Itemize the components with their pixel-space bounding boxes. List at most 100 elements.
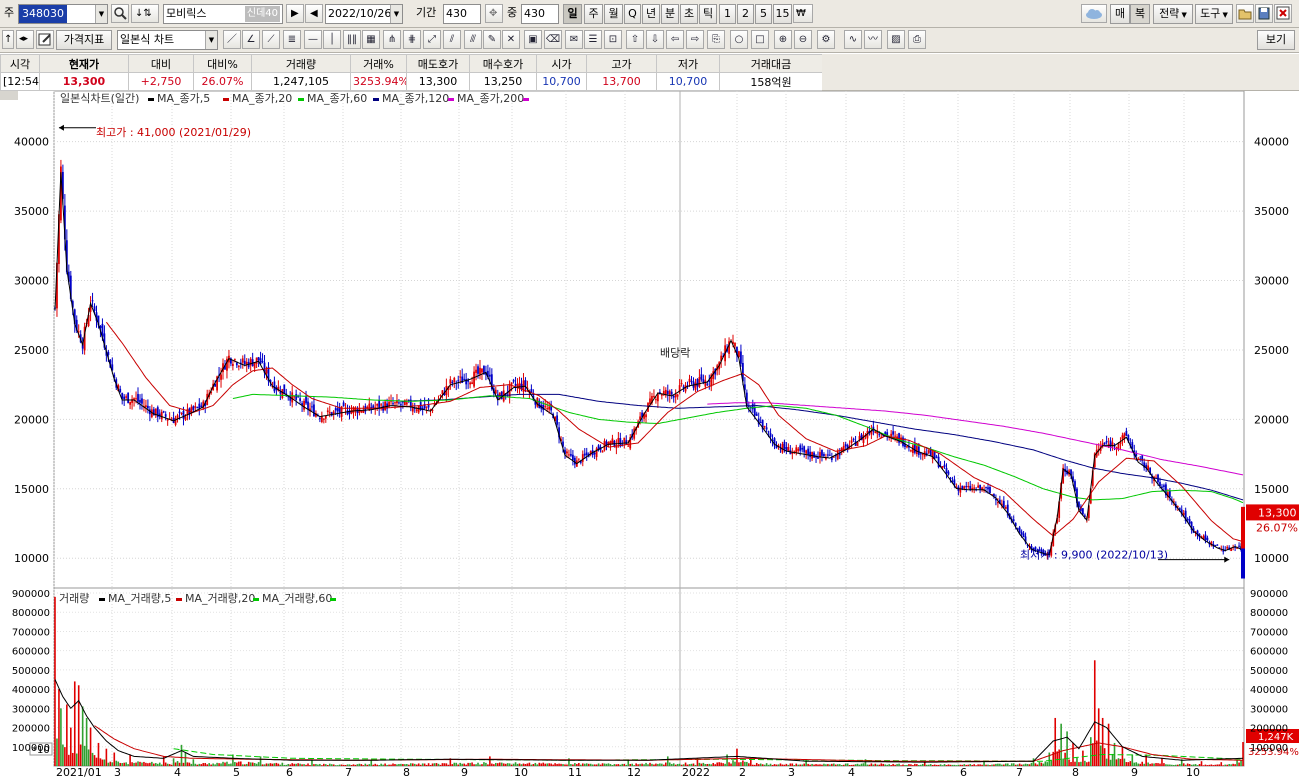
swap-arrows-icon[interactable]: ◂▸ xyxy=(16,30,34,49)
folder-open-icon[interactable] xyxy=(1236,4,1254,23)
pencil-icon[interactable]: ✎ xyxy=(483,30,501,49)
volume-bar xyxy=(746,761,748,766)
timeframe-button[interactable]: 5 xyxy=(755,4,772,24)
candle-body xyxy=(439,394,442,396)
volume-bar xyxy=(419,764,422,766)
wave-alt-icon[interactable]: 〰 xyxy=(864,30,882,49)
edit-icon[interactable] xyxy=(36,30,54,49)
zoom-in-icon[interactable]: ⊕ xyxy=(774,30,792,49)
search-icon[interactable] xyxy=(111,4,129,23)
candle-body xyxy=(257,357,260,361)
note-icon[interactable]: ✉ xyxy=(565,30,583,49)
line-tool-icon[interactable]: ／ xyxy=(223,30,241,49)
circle-tool-icon[interactable]: ○ xyxy=(730,30,748,49)
fibonacci-tool-icon[interactable]: ≣ xyxy=(283,30,301,49)
settings-icon[interactable]: ⚙ xyxy=(817,30,835,49)
timeframe-button[interactable]: 년 xyxy=(642,4,660,24)
tools-button[interactable]: 도구 ▼ xyxy=(1195,4,1233,24)
arrow-up-icon[interactable]: ⇧ xyxy=(626,30,644,49)
zoom-out-icon[interactable]: ⊖ xyxy=(794,30,812,49)
play-forward-icon[interactable]: ▶ xyxy=(286,4,304,23)
volume-bar xyxy=(921,763,924,766)
sort-icon[interactable]: ↓⇅ xyxy=(131,4,159,23)
volume-bar xyxy=(1036,764,1039,766)
play-back-icon[interactable]: ◀ xyxy=(305,4,323,23)
candle-body xyxy=(852,438,855,440)
parallel-tool-icon[interactable]: ⫻ xyxy=(464,30,482,49)
save-icon[interactable] xyxy=(1255,4,1273,23)
wave-icon[interactable]: ∿ xyxy=(844,30,862,49)
collapse-toolbar-icon[interactable]: ↑ xyxy=(2,30,14,49)
crosshair-icon[interactable]: ₩ xyxy=(793,4,813,23)
candle-body xyxy=(313,404,315,417)
cloud-icon[interactable] xyxy=(1081,4,1107,23)
volume-bar xyxy=(103,759,106,766)
volume-tick-label: 300000 xyxy=(12,704,50,715)
stock-code-input[interactable]: 348030 xyxy=(19,5,67,23)
chevron-down-icon[interactable]: ▼ xyxy=(390,5,402,23)
image-icon[interactable]: ▨ xyxy=(887,30,905,49)
vertical-line-icon[interactable]: │ xyxy=(323,30,341,49)
chevron-down-icon[interactable]: ▼ xyxy=(205,31,217,49)
print-icon[interactable]: ⎙ xyxy=(908,30,926,49)
volume-bar xyxy=(595,764,598,766)
fill-icon[interactable]: ▣ xyxy=(524,30,542,49)
close-icon[interactable] xyxy=(1274,4,1292,23)
panel-toggle-icon[interactable] xyxy=(0,91,18,100)
volume-bar xyxy=(1220,762,1223,766)
volume-bar xyxy=(489,756,491,766)
eraser-icon[interactable]: ⌫ xyxy=(544,30,562,49)
volume-bar xyxy=(180,744,183,766)
text-tool-icon[interactable]: ⎘ xyxy=(707,30,725,49)
volume-bar xyxy=(918,765,920,766)
arrow-down-icon[interactable]: ⇩ xyxy=(646,30,664,49)
angle-tool-icon[interactable]: ∠ xyxy=(242,30,260,49)
volume-bar xyxy=(1169,764,1171,766)
overlap-input[interactable]: 430 xyxy=(521,4,559,24)
timeframe-button[interactable]: 월 xyxy=(604,4,623,24)
fan-tool-icon[interactable]: ⟋ xyxy=(262,30,280,49)
properties-icon[interactable]: ☰ xyxy=(584,30,602,49)
andrews-tool-icon[interactable]: ⋕ xyxy=(403,30,421,49)
expand-icon[interactable]: ✥ xyxy=(485,4,503,23)
candle-body xyxy=(380,404,383,406)
grid-tool-icon[interactable]: ▦ xyxy=(362,30,380,49)
volume-bar xyxy=(773,764,776,766)
volume-bar xyxy=(145,762,147,766)
buy-button[interactable]: 매 xyxy=(1110,4,1130,24)
timeframe-button[interactable]: 2 xyxy=(737,4,754,24)
channel-tool-icon[interactable]: ⫽ xyxy=(443,30,461,49)
chart-type-select[interactable]: 일본식 차트 ▼ xyxy=(117,30,218,50)
trend-tool-icon[interactable]: ⤢ xyxy=(423,30,441,49)
volume-tick-label: 100000 xyxy=(1250,743,1288,754)
period-input[interactable]: 430 xyxy=(443,4,481,24)
stock-chart[interactable]: 최고가 : 41,000 (2021/01/29) 최저가 : 9,900 (20… xyxy=(0,91,1299,778)
strategy-button[interactable]: 전략 ▼ xyxy=(1153,4,1193,24)
stock-name-field[interactable]: 모비릭스 신데40 xyxy=(163,4,283,24)
timeframe-button[interactable]: 틱 xyxy=(699,4,717,24)
timeframe-button[interactable]: 15 xyxy=(773,4,792,24)
timeframe-button[interactable]: 일 xyxy=(563,4,582,24)
stock-code-combo[interactable]: 348030 ▼ xyxy=(18,4,108,24)
horizontal-line-icon[interactable]: — xyxy=(304,30,322,49)
timeframe-button[interactable]: 초 xyxy=(680,4,698,24)
volume-bar xyxy=(1003,764,1005,766)
rectangle-tool-icon[interactable]: □ xyxy=(751,30,769,49)
zoom-fit-icon[interactable]: ⊡ xyxy=(604,30,622,49)
timeframe-button[interactable]: 1 xyxy=(719,4,736,24)
timeframe-button[interactable]: Q xyxy=(624,4,641,24)
cycle-tool-icon[interactable]: ⋔ xyxy=(383,30,401,49)
date-picker[interactable]: 2022/10/26 ▼ xyxy=(325,4,403,24)
multi-vertical-icon[interactable]: ‖‖ xyxy=(343,30,361,49)
candle-body xyxy=(233,359,236,361)
quote-header: 매도호가 xyxy=(406,54,470,73)
view-button[interactable]: 보기 xyxy=(1257,30,1295,50)
multi-button[interactable]: 복 xyxy=(1130,4,1150,24)
timeframe-button[interactable]: 주 xyxy=(584,4,603,24)
arrow-left-icon[interactable]: ⇦ xyxy=(666,30,684,49)
arrow-right-icon[interactable]: ⇨ xyxy=(686,30,704,49)
indicator-menu-button[interactable]: 가격지표 xyxy=(56,30,112,50)
cross-tool-icon[interactable]: ✕ xyxy=(502,30,520,49)
timeframe-button[interactable]: 분 xyxy=(661,4,679,24)
chevron-down-icon[interactable]: ▼ xyxy=(95,5,107,23)
